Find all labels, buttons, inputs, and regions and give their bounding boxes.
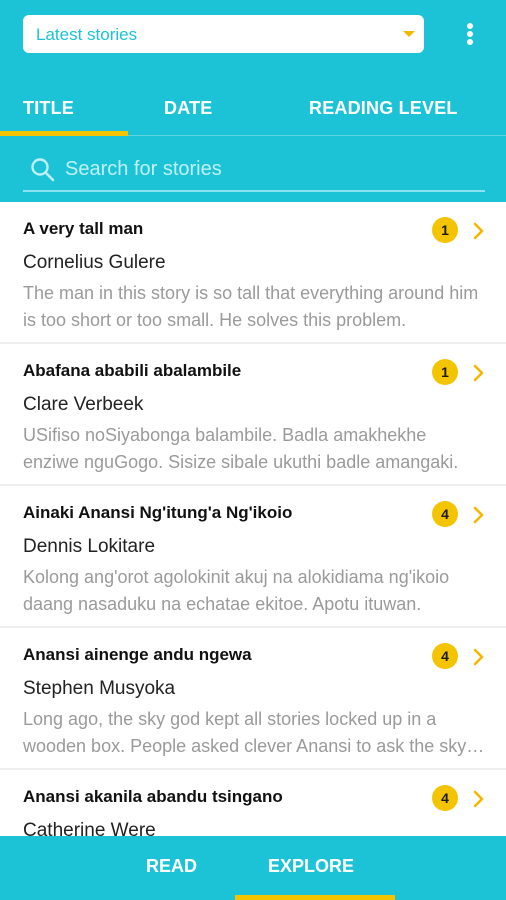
story-author: Dennis Lokitare [23, 536, 156, 557]
more-vert-icon[interactable] [460, 20, 480, 48]
story-description: Kolong ang'orot agolokinit akuj na aloki… [23, 567, 450, 614]
chevron-right-icon [473, 364, 484, 382]
reading-level-badge: 4 [432, 501, 458, 527]
story-title: Ainaki Anansi Ng'itung'a Ng'ikoio [23, 503, 293, 522]
tab-date[interactable]: DATE [164, 98, 212, 119]
sort-tabs: TITLE DATE READING LEVEL [0, 86, 506, 136]
story-item[interactable]: Anansi akanila abandu tsingano 4 Catheri… [0, 770, 506, 836]
caret-down-icon [403, 31, 415, 37]
tab-reading-level[interactable]: READING LEVEL [309, 98, 458, 119]
story-title: Abafana ababili abalambile [23, 361, 242, 380]
story-description: USifiso noSiyabonga balambile. Badla ama… [23, 425, 459, 472]
reading-level-badge: 4 [432, 643, 458, 669]
chevron-right-icon [473, 506, 484, 524]
bottom-navigation: READ EXPLORE [0, 836, 506, 900]
story-title: Anansi akanila abandu tsingano [23, 787, 283, 806]
chevron-right-icon [473, 648, 484, 666]
story-item[interactable]: Anansi ainenge andu ngewa 4 Stephen Musy… [0, 628, 506, 770]
story-filter-dropdown[interactable]: Latest stories [23, 15, 424, 53]
story-item[interactable]: A very tall man 1 Cornelius Gulere The m… [0, 202, 506, 344]
search-bar [23, 148, 485, 192]
chevron-right-icon [473, 222, 484, 240]
story-item[interactable]: Abafana ababili abalambile 1 Clare Verbe… [0, 344, 506, 486]
reading-level-badge: 4 [432, 785, 458, 811]
nav-read[interactable]: READ [146, 856, 197, 877]
story-title: Anansi ainenge andu ngewa [23, 645, 252, 664]
story-item[interactable]: Ainaki Anansi Ng'itung'a Ng'ikoio 4 Denn… [0, 486, 506, 628]
story-author: Cornelius Gulere [23, 252, 166, 273]
tab-title[interactable]: TITLE [23, 98, 74, 119]
nav-explore[interactable]: EXPLORE [268, 856, 354, 877]
dropdown-selected-value: Latest stories [36, 25, 138, 44]
active-nav-indicator [235, 895, 395, 900]
story-author: Stephen Musyoka [23, 678, 176, 699]
search-input[interactable] [65, 154, 475, 184]
story-description: Long ago, the sky god kept all stories l… [23, 709, 467, 756]
story-description: The man in this story is so tall that ev… [23, 283, 479, 330]
chevron-right-icon [473, 790, 484, 808]
reading-level-badge: 1 [432, 217, 458, 243]
reading-level-badge: 1 [432, 359, 458, 385]
story-author: Catherine Were [23, 820, 156, 836]
active-tab-indicator [0, 131, 128, 136]
story-title: A very tall man [23, 219, 144, 238]
search-icon [31, 158, 55, 182]
story-list: A very tall man 1 Cornelius Gulere The m… [0, 202, 506, 836]
app-header: Latest stories TITLE DATE READING LEVEL [0, 0, 506, 202]
story-author: Clare Verbeek [23, 394, 144, 415]
